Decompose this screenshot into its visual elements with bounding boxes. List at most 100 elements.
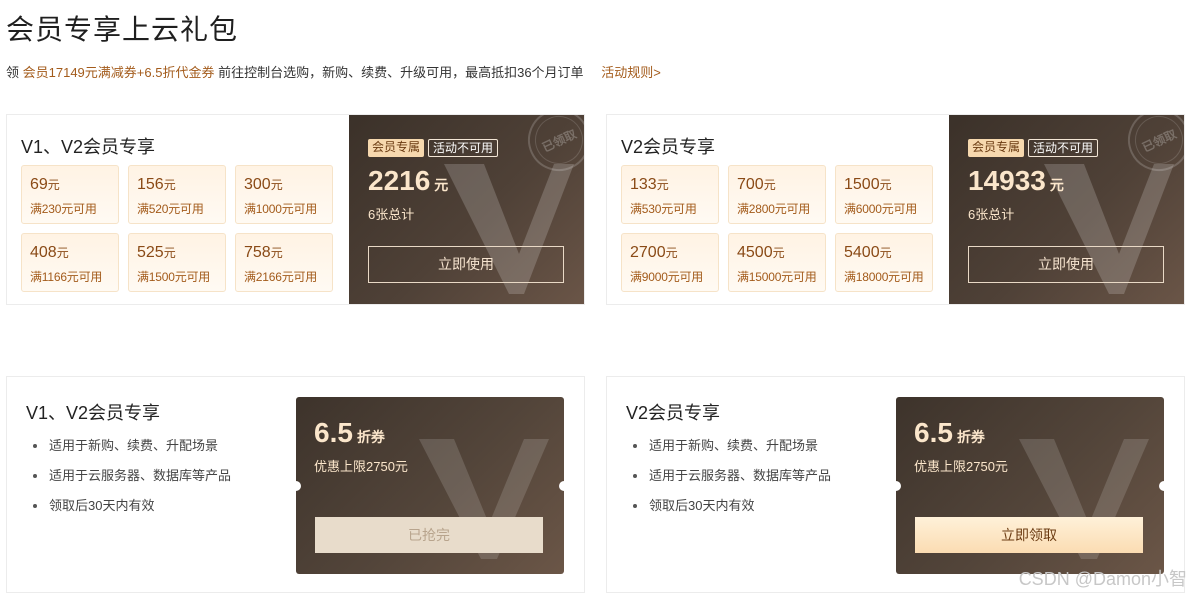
coupon-amount: 700 xyxy=(737,176,764,193)
coupon-grid: 69元 满230元可用 156元 满520元可用 300元 满1000元可用 408元… xyxy=(21,165,333,292)
coupon-amount: 300 xyxy=(244,176,271,193)
coupon-condition: 满230元可用 xyxy=(30,202,97,216)
coupon-summary-panel: 已领取 会员专属 活动不可用 14933 元 6张总计 立即使用 xyxy=(949,115,1184,304)
coupon-unit: 元 xyxy=(879,178,892,192)
coupon-item: 4500元 满15000元可用 xyxy=(728,233,826,292)
total-amount: 2216 元 xyxy=(368,165,448,197)
coupon-condition: 满18000元可用 xyxy=(844,270,924,284)
list-item: 适用于云服务器、数据库等产品 xyxy=(33,466,231,496)
coupon-amount: 69 xyxy=(30,176,48,193)
coupon-item: 69元满230元可用 xyxy=(21,165,119,224)
discount-ticket: 6.5 折券 优惠上限2750元 已抢完 xyxy=(291,397,569,574)
discount-voucher-card-v2: V2会员专享 适用于新购、续费、升配场景 适用于云服务器、数据库等产品 领取后3… xyxy=(606,376,1185,593)
activity-rules-link[interactable]: 活动规则> xyxy=(601,65,661,80)
coupon-unit: 元 xyxy=(270,246,283,260)
list-item: 领取后30天内有效 xyxy=(633,496,831,526)
coupon-unit: 元 xyxy=(47,178,60,192)
coupon-amount: 1500 xyxy=(844,176,880,193)
discount-unit: 折券 xyxy=(956,429,985,445)
coupon-item: 2700元满9000元可用 xyxy=(621,233,719,292)
coupon-unit: 元 xyxy=(163,246,176,260)
discount-rate: 6.5 折券 xyxy=(914,417,985,449)
sold-out-button: 已抢完 xyxy=(315,517,543,553)
coupon-item: 133元满530元可用 xyxy=(621,165,719,224)
ticket-notch xyxy=(1159,481,1169,491)
ticket-notch xyxy=(559,481,569,491)
discount-value: 6.5 xyxy=(314,417,353,448)
coupon-amount: 408 xyxy=(30,244,57,261)
member-coupon-card-v1v2: V1、V2会员专享 69元 满230元可用 156元 满520元可用 300元 满10… xyxy=(6,114,585,305)
subline-prefix: 领 xyxy=(6,65,20,80)
coupon-item: 525元满1500元可用 xyxy=(128,233,226,292)
page-title: 会员专享上云礼包 xyxy=(6,14,239,45)
coupon-condition: 满9000元可用 xyxy=(630,270,704,284)
coupon-amount: 5400 xyxy=(844,244,880,261)
coupon-amount: 4500 xyxy=(737,244,773,261)
coupon-amount: 525 xyxy=(137,244,164,261)
coupon-unit: 元 xyxy=(163,178,176,192)
coupon-item: 1500元满6000元可用 xyxy=(835,165,933,224)
coupon-condition: 满2166元可用 xyxy=(244,270,318,284)
member-coupon-card-v2: V2会员专享 133元 满530元可用 700元 满2800元可用 1500元 满60… xyxy=(606,114,1185,305)
coupon-condition: 满520元可用 xyxy=(137,202,204,216)
badge-group: 会员专属 活动不可用 xyxy=(368,139,499,157)
coupon-condition: 满6000元可用 xyxy=(844,202,918,216)
coupon-amount: 156 xyxy=(137,176,164,193)
badge-group: 会员专属 活动不可用 xyxy=(968,139,1099,157)
subline-rest: 前往控制台选购，新购、续费、升级可用，最高抵扣36个月订单 xyxy=(218,65,584,80)
claim-now-button[interactable]: 立即领取 xyxy=(915,517,1143,553)
coupon-unit: 元 xyxy=(879,246,892,260)
coupon-summary-panel: 已领取 会员专属 活动不可用 2216 元 6张总计 立即使用 xyxy=(349,115,584,304)
subline-highlight: 会员17149元满减券+6.5折代金券 xyxy=(22,65,215,80)
member-only-badge: 会员专属 xyxy=(968,139,1025,157)
coupon-condition: 满530元可用 xyxy=(630,202,697,216)
coupon-unit: 元 xyxy=(665,246,678,260)
coupon-unit: 元 xyxy=(656,178,669,192)
coupon-item: 300元满1000元可用 xyxy=(235,165,333,224)
list-item: 适用于新购、续费、升配场景 xyxy=(33,436,231,466)
coupon-item: 156元满520元可用 xyxy=(128,165,226,224)
list-item: 领取后30天内有效 xyxy=(33,496,231,526)
status-badge: 活动不可用 xyxy=(428,139,499,157)
use-now-button[interactable]: 立即使用 xyxy=(368,246,564,283)
coupon-item: 700元 满2800元可用 xyxy=(728,165,826,224)
use-now-button[interactable]: 立即使用 xyxy=(968,246,1164,283)
discount-voucher-card-v1v2: V1、V2会员专享 适用于新购、续费、升配场景 适用于云服务器、数据库等产品 领… xyxy=(6,376,585,593)
card-title: V1、V2会员专享 xyxy=(21,137,156,157)
card-title: V2会员专享 xyxy=(621,137,716,157)
coupon-condition: 满1166元可用 xyxy=(30,270,103,284)
list-item: 适用于新购、续费、升配场景 xyxy=(633,436,831,466)
coupon-unit: 元 xyxy=(270,178,283,192)
coupon-item: 408元 满1166元可用 xyxy=(21,233,119,292)
ticket-notch xyxy=(291,481,301,491)
coupon-amount: 2700 xyxy=(630,244,666,261)
discount-rate: 6.5 折券 xyxy=(314,417,385,449)
stamp-label: 已领取 xyxy=(539,126,579,155)
benefit-list: 适用于新购、续费、升配场景 适用于云服务器、数据库等产品 领取后30天内有效 xyxy=(633,436,831,526)
ticket-notch xyxy=(891,481,901,491)
coupon-amount: 758 xyxy=(244,244,271,261)
member-only-badge: 会员专属 xyxy=(368,139,425,157)
coupon-condition: 满1500元可用 xyxy=(137,270,211,284)
discount-unit: 折券 xyxy=(356,429,385,445)
total-unit: 元 xyxy=(1049,177,1064,193)
total-value: 14933 xyxy=(968,165,1046,196)
promo-subline: 领 会员17149元满减券+6.5折代金券 前往控制台选购，新购、续费、升级可用… xyxy=(6,62,661,81)
discount-ticket: 6.5 折券 优惠上限2750元 立即领取 xyxy=(891,397,1169,574)
total-amount: 14933 元 xyxy=(968,165,1064,197)
stamp-label: 已领取 xyxy=(1139,126,1179,155)
coupon-condition: 满1000元可用 xyxy=(244,202,318,216)
coupon-amount: 133 xyxy=(630,176,657,193)
coupon-count: 6张总计 xyxy=(968,207,1015,222)
card-title: V2会员专享 xyxy=(626,403,721,423)
list-item: 适用于云服务器、数据库等产品 xyxy=(633,466,831,496)
coupon-item: 5400元满18000元可用 xyxy=(835,233,933,292)
coupon-condition: 满15000元可用 xyxy=(737,270,817,284)
coupon-grid: 133元 满530元可用 700元 满2800元可用 1500元 满6000元可用 2… xyxy=(621,165,933,292)
watermark: CSDN @Damon小智 xyxy=(1018,569,1187,589)
discount-cap: 优惠上限2750元 xyxy=(914,459,1008,474)
benefit-list: 适用于新购、续费、升配场景 适用于云服务器、数据库等产品 领取后30天内有效 xyxy=(33,436,231,526)
coupon-item: 758元满2166元可用 xyxy=(235,233,333,292)
discount-cap: 优惠上限2750元 xyxy=(314,459,408,474)
coupon-unit: 元 xyxy=(763,178,776,192)
